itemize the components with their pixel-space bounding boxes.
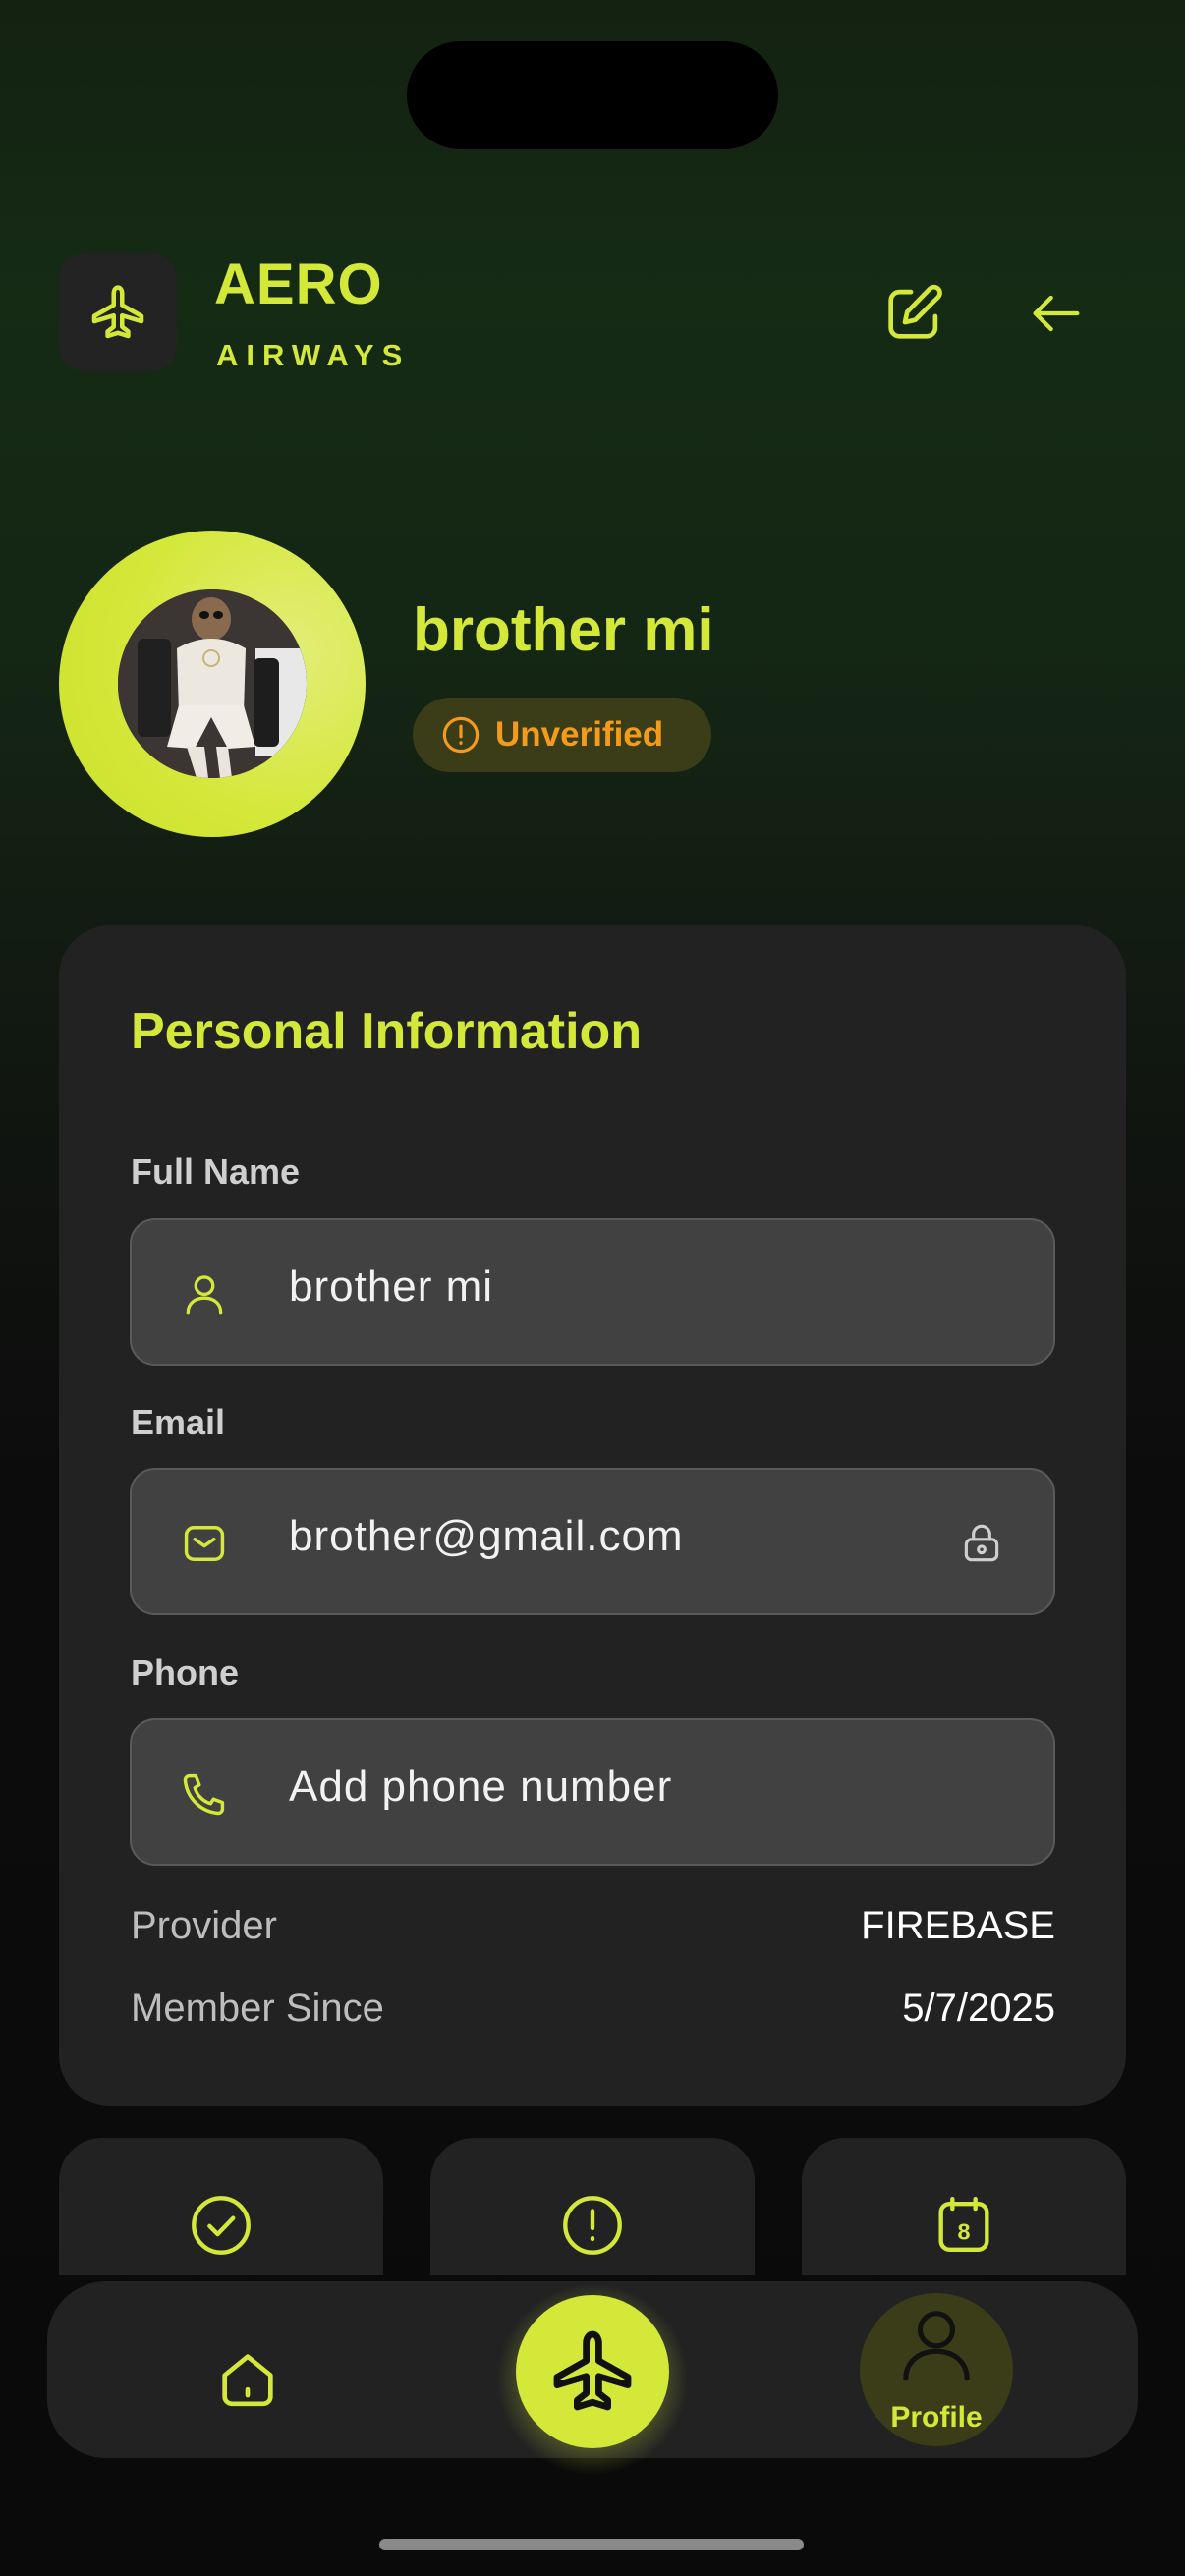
status-label: Unverified	[495, 715, 664, 754]
stat-card-verified[interactable]	[59, 2138, 383, 2275]
phone-field[interactable]: Add phone number	[130, 1718, 1055, 1866]
user-icon	[903, 2311, 970, 2381]
brand-title: AERO	[214, 252, 383, 316]
email-field[interactable]: brother@gmail.com	[130, 1468, 1055, 1615]
edit-icon	[888, 284, 942, 339]
back-button[interactable]	[1012, 269, 1100, 358]
section-title: Personal Information	[131, 1003, 643, 1060]
stat-card-calendar[interactable]: 8	[802, 2138, 1126, 2275]
nav-flights-button[interactable]	[516, 2295, 669, 2448]
app-logo	[59, 253, 177, 371]
alert-circle-icon	[442, 716, 480, 754]
user-icon	[186, 1275, 223, 1315]
mail-icon	[184, 1526, 225, 1561]
email-value: brother@gmail.com	[289, 1512, 684, 1560]
home-indicator[interactable]	[379, 2539, 804, 2550]
phone-icon	[183, 1773, 225, 1816]
stat-card-alert[interactable]	[430, 2138, 755, 2275]
brand-subtitle: AIRWAYS	[216, 338, 411, 372]
plane-icon	[553, 2330, 632, 2411]
svg-text:8: 8	[958, 2219, 971, 2245]
profile-name: brother mi	[413, 596, 714, 664]
member-since-label: Member Since	[131, 1987, 384, 2030]
arrow-left-icon	[1033, 295, 1080, 332]
phone-label: Phone	[131, 1652, 240, 1693]
phone-placeholder: Add phone number	[289, 1763, 673, 1811]
plane-icon	[91, 285, 144, 339]
alert-circle-icon	[563, 2196, 622, 2255]
status-badge: Unverified	[413, 698, 711, 772]
avatar[interactable]	[118, 589, 307, 778]
calendar-icon: 8	[938, 2196, 989, 2252]
provider-label: Provider	[131, 1904, 277, 1947]
full-name-label: Full Name	[131, 1151, 301, 1192]
email-label: Email	[131, 1402, 226, 1442]
edit-profile-button[interactable]	[870, 269, 958, 358]
full-name-field[interactable]: brother mi	[130, 1218, 1055, 1366]
home-icon	[222, 2354, 273, 2407]
full-name-value: brother mi	[289, 1262, 494, 1311]
nav-profile-label: Profile	[890, 2401, 983, 2434]
nav-home-button[interactable]	[193, 2324, 303, 2435]
member-since-value: 5/7/2025	[902, 1987, 1055, 2030]
lock-icon	[964, 1524, 999, 1562]
dynamic-island	[407, 41, 778, 149]
provider-value: FIREBASE	[861, 1904, 1055, 1947]
check-circle-icon	[192, 2196, 251, 2255]
